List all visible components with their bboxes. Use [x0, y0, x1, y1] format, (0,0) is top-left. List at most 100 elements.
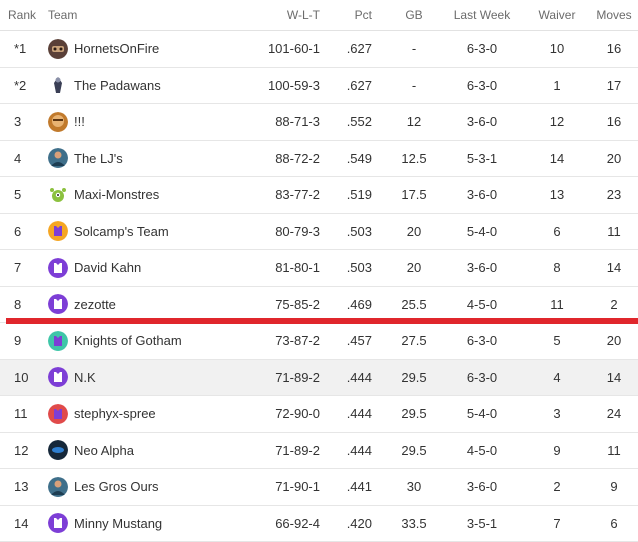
header-rank[interactable]: Rank — [8, 0, 38, 30]
team-name-link[interactable]: stephyx-spree — [74, 406, 156, 421]
team-name-link[interactable]: The LJ's — [74, 151, 123, 166]
header-pct[interactable]: Pct — [332, 0, 372, 30]
gb-cell: 27.5 — [392, 323, 436, 359]
moves-cell: 11 — [594, 214, 634, 250]
moves-cell: 14 — [594, 360, 634, 396]
waiver-cell: 14 — [528, 141, 586, 177]
last-week-cell: 5-4-0 — [444, 214, 520, 250]
team-name-link[interactable]: Les Gros Ours — [74, 479, 159, 494]
team-name-link[interactable]: Knights of Gotham — [74, 333, 182, 348]
wlt-cell: 71-89-2 — [262, 433, 320, 469]
gb-cell: 29.5 — [392, 433, 436, 469]
wlt-cell: 101-60-1 — [262, 31, 320, 67]
team-cell[interactable]: zezotte — [48, 287, 268, 323]
moves-cell: 16 — [594, 104, 634, 140]
green-monster-icon[interactable] — [48, 185, 68, 205]
team-cell[interactable]: N.K — [48, 360, 268, 396]
team-cell[interactable]: David Kahn — [48, 250, 268, 286]
pct-cell: .503 — [332, 250, 372, 286]
team-name-link[interactable]: The Padawans — [74, 78, 161, 93]
jersey-teal-icon[interactable] — [48, 331, 68, 351]
team-name-link[interactable]: Neo Alpha — [74, 443, 134, 458]
jersey-purple-icon[interactable] — [48, 367, 68, 387]
rank-cell: 11 — [14, 396, 44, 432]
waiver-cell: 5 — [528, 323, 586, 359]
face-photo-icon[interactable] — [48, 112, 68, 132]
team-cell[interactable]: Maxi-Monstres — [48, 177, 268, 213]
jersey-red-icon[interactable] — [48, 404, 68, 424]
rank-cell: 6 — [14, 214, 44, 250]
gb-cell: - — [392, 31, 436, 67]
header-waiver[interactable]: Waiver — [528, 0, 586, 30]
rank-cell: 13 — [14, 469, 44, 505]
hornets-logo-icon[interactable] — [48, 39, 68, 59]
team-name-link[interactable]: Solcamp's Team — [74, 224, 169, 239]
last-week-cell: 6-3-0 — [444, 68, 520, 104]
team-name-link[interactable]: zezotte — [74, 297, 116, 312]
header-wlt[interactable]: W-L-T — [262, 0, 320, 30]
header-team[interactable]: Team — [48, 0, 268, 30]
moves-cell: 16 — [594, 31, 634, 67]
team-name-link[interactable]: HornetsOnFire — [74, 41, 159, 56]
header-moves[interactable]: Moves — [594, 0, 634, 30]
jersey-purple-icon[interactable] — [48, 513, 68, 533]
last-week-cell: 3-6-0 — [444, 250, 520, 286]
rank-cell: 12 — [14, 433, 44, 469]
waiver-cell: 13 — [528, 177, 586, 213]
team-name-link[interactable]: Maxi-Monstres — [74, 187, 159, 202]
moves-cell: 20 — [594, 323, 634, 359]
gb-cell: 25.5 — [392, 287, 436, 323]
jersey-orange-icon[interactable] — [48, 221, 68, 241]
team-name-link[interactable]: N.K — [74, 370, 96, 385]
last-week-cell: 4-5-0 — [444, 287, 520, 323]
team-cell[interactable]: stephyx-spree — [48, 396, 268, 432]
rank-cell: 4 — [14, 141, 44, 177]
team-name-link[interactable]: David Kahn — [74, 260, 141, 275]
player-photo-icon[interactable] — [48, 477, 68, 497]
gb-cell: 29.5 — [392, 396, 436, 432]
table-row: *1HornetsOnFire101-60-1.627-6-3-01016 — [0, 31, 638, 68]
team-cell[interactable]: Solcamp's Team — [48, 214, 268, 250]
wlt-cell: 72-90-0 — [262, 396, 320, 432]
team-name-link[interactable]: !!! — [74, 114, 85, 129]
jersey-purple-icon[interactable] — [48, 294, 68, 314]
dark-logo-icon[interactable] — [48, 440, 68, 460]
header-gb[interactable]: GB — [392, 0, 436, 30]
last-week-cell: 6-3-0 — [444, 323, 520, 359]
team-cell[interactable]: Knights of Gotham — [48, 323, 268, 359]
team-cell[interactable]: !!! — [48, 104, 268, 140]
jersey-purple-icon[interactable] — [48, 258, 68, 278]
pct-cell: .503 — [332, 214, 372, 250]
team-cell[interactable]: Minny Mustang — [48, 506, 268, 542]
rank-cell: 7 — [14, 250, 44, 286]
last-week-cell: 3-6-0 — [444, 469, 520, 505]
table-row: 6Solcamp's Team80-79-3.503205-4-0611 — [0, 214, 638, 251]
team-cell[interactable]: The LJ's — [48, 141, 268, 177]
last-week-cell: 6-3-0 — [444, 360, 520, 396]
player-photo-icon[interactable] — [48, 148, 68, 168]
gb-cell: 12.5 — [392, 141, 436, 177]
team-cell[interactable]: Les Gros Ours — [48, 469, 268, 505]
moves-cell: 20 — [594, 141, 634, 177]
header-last-week[interactable]: Last Week — [444, 0, 520, 30]
team-name-link[interactable]: Minny Mustang — [74, 516, 162, 531]
padawan-figure-icon[interactable] — [48, 75, 68, 95]
table-row: 10N.K71-89-2.44429.56-3-0414 — [0, 360, 638, 397]
wlt-cell: 100-59-3 — [262, 68, 320, 104]
team-cell[interactable]: Neo Alpha — [48, 433, 268, 469]
moves-cell: 11 — [594, 433, 634, 469]
last-week-cell: 6-3-0 — [444, 31, 520, 67]
wlt-cell: 71-89-2 — [262, 360, 320, 396]
pct-cell: .469 — [332, 287, 372, 323]
team-cell[interactable]: HornetsOnFire — [48, 31, 268, 67]
moves-cell: 23 — [594, 177, 634, 213]
gb-cell: - — [392, 68, 436, 104]
wlt-cell: 71-90-1 — [262, 469, 320, 505]
pct-cell: .444 — [332, 433, 372, 469]
waiver-cell: 10 — [528, 31, 586, 67]
waiver-cell: 8 — [528, 250, 586, 286]
rank-cell: 9 — [14, 323, 44, 359]
moves-cell: 2 — [594, 287, 634, 323]
team-cell[interactable]: The Padawans — [48, 68, 268, 104]
rank-cell: 3 — [14, 104, 44, 140]
